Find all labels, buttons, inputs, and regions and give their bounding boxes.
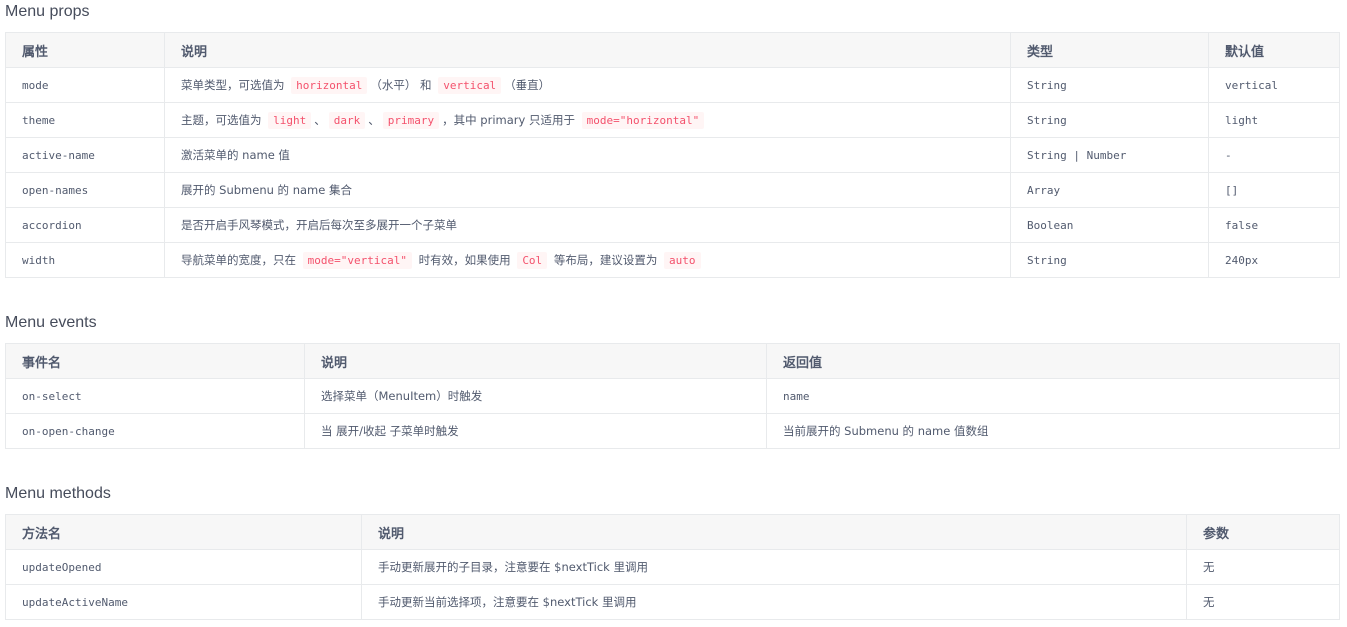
inline-code: auto xyxy=(664,252,701,269)
desc-text: 时有效，如果使用 xyxy=(415,253,515,267)
events-header-name: 事件名 xyxy=(5,343,305,379)
props-header-attr: 属性 xyxy=(5,32,165,68)
methods-header-name: 方法名 xyxy=(5,514,362,550)
events-section-title: Menu events xyxy=(5,314,97,331)
prop-default: [] xyxy=(1208,172,1340,208)
table-row: updateOpened 手动更新展开的子目录，注意要在 $nextTick 里… xyxy=(5,549,1340,585)
prop-desc: 主题，可选值为 light、 dark、 primary ，其中 primary 只适… xyxy=(164,102,1011,138)
desc-text: 菜单类型，可选值为 xyxy=(181,78,289,92)
event-desc: 当 展开/收起 子菜单时触发 xyxy=(304,413,767,449)
desc-text: （垂直） xyxy=(504,78,551,92)
prop-name: active-name xyxy=(5,137,165,173)
props-header-row: 属性 说明 类型 默认值 xyxy=(5,32,1340,68)
desc-text: 激活菜单的 name 值 xyxy=(181,148,290,162)
prop-default: light xyxy=(1208,102,1340,138)
inline-code: horizontal xyxy=(291,77,368,94)
method-desc: 手动更新展开的子目录，注意要在 $nextTick 里调用 xyxy=(361,549,1187,585)
prop-default: vertical xyxy=(1208,67,1340,103)
table-row: updateActiveName 手动更新当前选择项，注意要在 $nextTic… xyxy=(5,584,1340,620)
table-row: mode 菜单类型，可选值为 horizontal （水平） 和 vertical （… xyxy=(5,67,1340,103)
prop-type: Boolean xyxy=(1010,207,1209,243)
table-row: theme 主题，可选值为 light、 dark、 primary ，其中 prima… xyxy=(5,102,1340,138)
desc-text: 主题，可选值为 xyxy=(181,113,266,127)
table-row: active-name 激活菜单的 name 值 String | Number - xyxy=(5,137,1340,173)
inline-code: Col xyxy=(517,252,548,269)
event-name: on-select xyxy=(5,378,305,414)
events-table: 事件名 说明 返回值 on-select 选择菜单（MenuItem）时触发 n… xyxy=(5,343,1340,449)
methods-header-param: 参数 xyxy=(1186,514,1340,550)
prop-desc: 展开的 Submenu 的 name 集合 xyxy=(164,172,1011,208)
inline-code: mode="horizontal" xyxy=(581,112,705,129)
desc-text: 、 xyxy=(314,113,326,127)
method-name: updateActiveName xyxy=(5,584,362,620)
prop-type: Array xyxy=(1010,172,1209,208)
method-desc: 手动更新当前选择项，注意要在 $nextTick 里调用 xyxy=(361,584,1187,620)
props-header-type: 类型 xyxy=(1010,32,1209,68)
prop-type: String xyxy=(1010,102,1209,138)
prop-default: false xyxy=(1208,207,1340,243)
method-param: 无 xyxy=(1186,584,1340,620)
table-row: on-open-change 当 展开/收起 子菜单时触发 当前展开的 Subm… xyxy=(5,413,1340,449)
prop-default: 240px xyxy=(1208,242,1340,278)
inline-code: light xyxy=(268,112,312,129)
inline-code: vertical xyxy=(438,77,502,94)
methods-header-desc: 说明 xyxy=(361,514,1187,550)
prop-desc: 导航菜单的宽度，只在 mode="vertical" 时有效，如果使用 Col … xyxy=(164,242,1011,278)
prop-type: String | Number xyxy=(1010,137,1209,173)
prop-default: - xyxy=(1208,137,1340,173)
event-name: on-open-change xyxy=(5,413,305,449)
prop-name: theme xyxy=(5,102,165,138)
prop-name: mode xyxy=(5,67,165,103)
prop-name: open-names xyxy=(5,172,165,208)
desc-text: ，其中 primary 只适用于 xyxy=(442,113,579,127)
desc-text: 等布局，建议设置为 xyxy=(550,253,661,267)
prop-type: String xyxy=(1010,242,1209,278)
props-header-desc: 说明 xyxy=(164,32,1011,68)
prop-desc: 激活菜单的 name 值 xyxy=(164,137,1011,173)
inline-code: mode="vertical" xyxy=(302,252,412,269)
methods-table: 方法名 说明 参数 updateOpened 手动更新展开的子目录，注意要在 $… xyxy=(5,514,1340,620)
events-header-row: 事件名 说明 返回值 xyxy=(5,343,1340,379)
desc-text: （水平） 和 xyxy=(370,78,436,92)
methods-header-row: 方法名 说明 参数 xyxy=(5,514,1340,550)
event-return: name xyxy=(766,378,1340,414)
method-name: updateOpened xyxy=(5,549,362,585)
inline-code: dark xyxy=(328,112,366,129)
props-section-title: Menu props xyxy=(5,3,90,20)
props-header-default: 默认值 xyxy=(1208,32,1340,68)
table-row: accordion 是否开启手风琴模式，开启后每次至多展开一个子菜单 Boolean… xyxy=(5,207,1340,243)
prop-type: String xyxy=(1010,67,1209,103)
prop-name: width xyxy=(5,242,165,278)
table-row: on-select 选择菜单（MenuItem）时触发 name xyxy=(5,378,1340,414)
table-row: width 导航菜单的宽度，只在 mode="vertical" 时有效，如果使用… xyxy=(5,242,1340,278)
methods-section-title: Menu methods xyxy=(5,485,111,502)
desc-text: 展开的 Submenu 的 name 集合 xyxy=(181,183,352,197)
prop-desc: 是否开启手风琴模式，开启后每次至多展开一个子菜单 xyxy=(164,207,1011,243)
desc-text: 导航菜单的宽度，只在 xyxy=(181,253,300,267)
method-param: 无 xyxy=(1186,549,1340,585)
prop-desc: 菜单类型，可选值为 horizontal （水平） 和 vertical （垂直） xyxy=(164,67,1011,103)
table-row: open-names 展开的 Submenu 的 name 集合 Array[] xyxy=(5,172,1340,208)
event-desc: 选择菜单（MenuItem）时触发 xyxy=(304,378,767,414)
events-header-return: 返回值 xyxy=(766,343,1340,379)
props-table: 属性 说明 类型 默认值 mode 菜单类型，可选值为 horizontal （水平… xyxy=(5,32,1340,278)
inline-code: primary xyxy=(382,112,440,129)
event-return: 当前展开的 Submenu 的 name 值数组 xyxy=(766,413,1340,449)
prop-name: accordion xyxy=(5,207,165,243)
desc-text: 是否开启手风琴模式，开启后每次至多展开一个子菜单 xyxy=(181,218,457,232)
desc-text: 、 xyxy=(368,113,380,127)
events-header-desc: 说明 xyxy=(304,343,767,379)
